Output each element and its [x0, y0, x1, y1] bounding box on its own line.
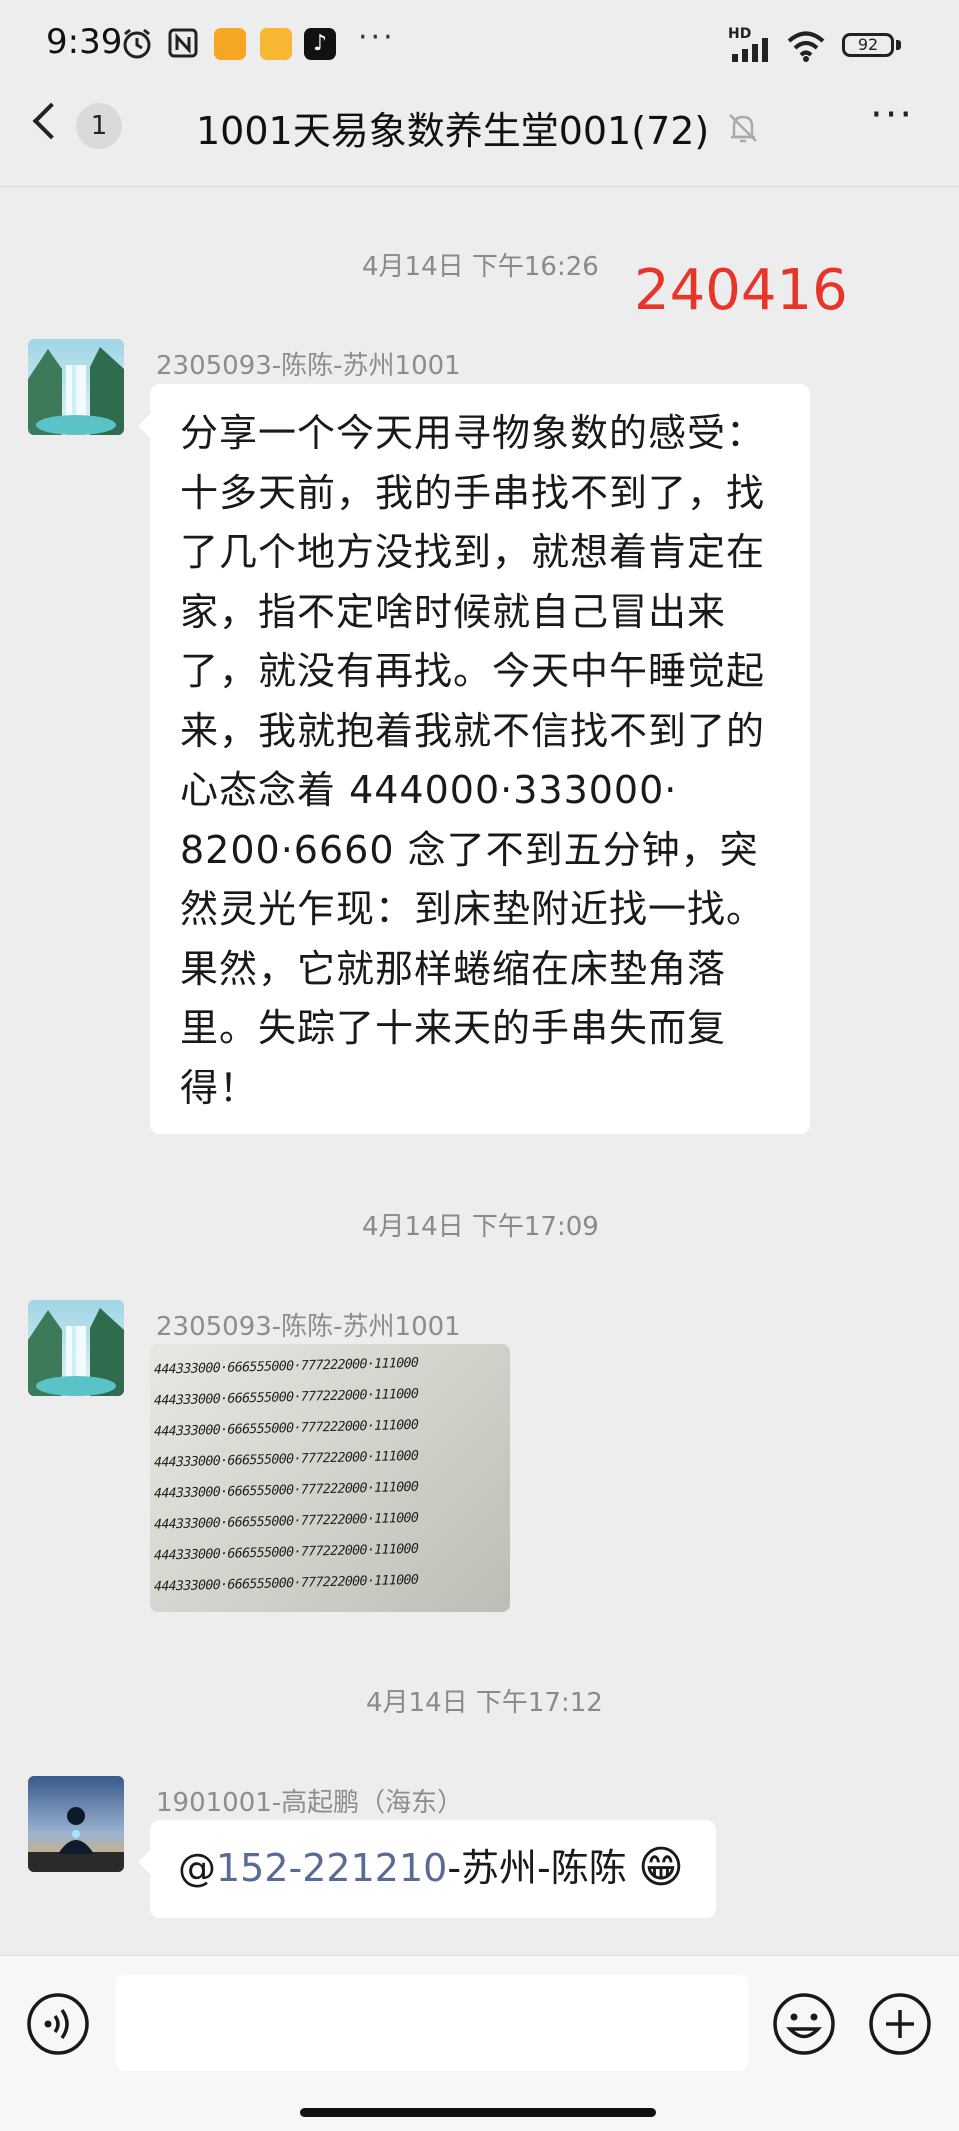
- sender-name: 2305093-陈陈-苏州1001: [156, 1312, 461, 1342]
- app-notification-icon: [214, 28, 246, 60]
- sender-name: 2305093-陈陈-苏州1001: [156, 351, 461, 381]
- wifi-icon: [787, 31, 825, 62]
- waterfall-avatar-image: [28, 339, 124, 435]
- message-line: 了几个地方没找到，就想着肯定在: [180, 530, 766, 574]
- message-line: 然灵光乍现：到床垫附近找一找。: [180, 887, 766, 931]
- message-line: 果然，它就那样蜷缩在床垫角落: [180, 946, 727, 991]
- message-line: 得！: [180, 1065, 259, 1110]
- add-plus-icon[interactable]: [868, 1992, 932, 2056]
- message-line: 分享一个今天用寻物象数的感受：: [180, 411, 766, 455]
- message-bubble[interactable]: @152-221210-苏州-陈陈 😁: [138, 1820, 716, 1918]
- grin-emoji-icon: 😁: [638, 1842, 684, 1893]
- mention-link[interactable]: 152-221210: [216, 1846, 447, 1890]
- avatar[interactable]: [28, 339, 124, 435]
- message-line: 来，我就抱着我就不信找不到了的: [180, 708, 766, 753]
- sender-name: 1901001-高起鹏（海东）: [156, 1788, 464, 1818]
- more-options-button[interactable]: ···: [870, 92, 914, 138]
- mention-suffix: -苏州-陈陈: [447, 1846, 627, 1890]
- waterfall-avatar-image: [28, 1300, 124, 1396]
- voice-input-icon[interactable]: [26, 1992, 90, 2056]
- unread-count-badge[interactable]: 1: [76, 103, 122, 149]
- mute-bell-icon: [729, 114, 757, 143]
- battery-indicator: 92: [842, 33, 894, 57]
- battery-tip: [896, 40, 901, 50]
- signal-icon: [732, 38, 768, 62]
- annotation-number: 240416: [634, 258, 848, 323]
- message-timestamp: 4月14日 下午17:09: [362, 1212, 599, 1242]
- message-line: 里。失踪了十来天的手串失而复: [180, 1006, 727, 1050]
- more-notifications-icon: ···: [358, 20, 396, 55]
- handwritten-numbers-photo[interactable]: 444333000·666555000·777222000·111000 444…: [150, 1344, 510, 1612]
- meditation-avatar-image: [28, 1776, 124, 1872]
- emoji-icon[interactable]: [772, 1992, 836, 2056]
- tiktok-icon: ♪: [304, 28, 336, 60]
- avatar[interactable]: [28, 1300, 124, 1396]
- status-time: 9:39: [46, 22, 123, 62]
- mention-at: @: [178, 1846, 216, 1890]
- app-notification-icon: [260, 28, 292, 60]
- message-line: 家，指不定啥时候就自己冒出来: [180, 589, 727, 634]
- message-line: 了，就没有再找。今天中午睡觉起: [180, 649, 766, 693]
- home-indicator[interactable]: [300, 2108, 656, 2117]
- nfc-icon: [168, 28, 198, 58]
- message-line: 心态念着 444000·333000·: [180, 768, 678, 812]
- message-input[interactable]: [116, 1975, 748, 2071]
- message-line: 十多天前，我的手串找不到了，找: [180, 470, 766, 515]
- message-timestamp: 4月14日 下午17:12: [366, 1688, 603, 1718]
- message-line: 8200·6660 念了不到五分钟，突: [180, 827, 759, 872]
- chat-title: 1001天易象数养生堂001(72): [196, 109, 710, 153]
- message-timestamp: 4月14日 下午16:26: [362, 252, 599, 282]
- avatar[interactable]: [28, 1776, 124, 1872]
- message-bubble[interactable]: 分享一个今天用寻物象数的感受： 十多天前，我的手串找不到了，找 了几个地方没找到…: [138, 384, 810, 1134]
- alarm-clock-icon: [123, 28, 151, 59]
